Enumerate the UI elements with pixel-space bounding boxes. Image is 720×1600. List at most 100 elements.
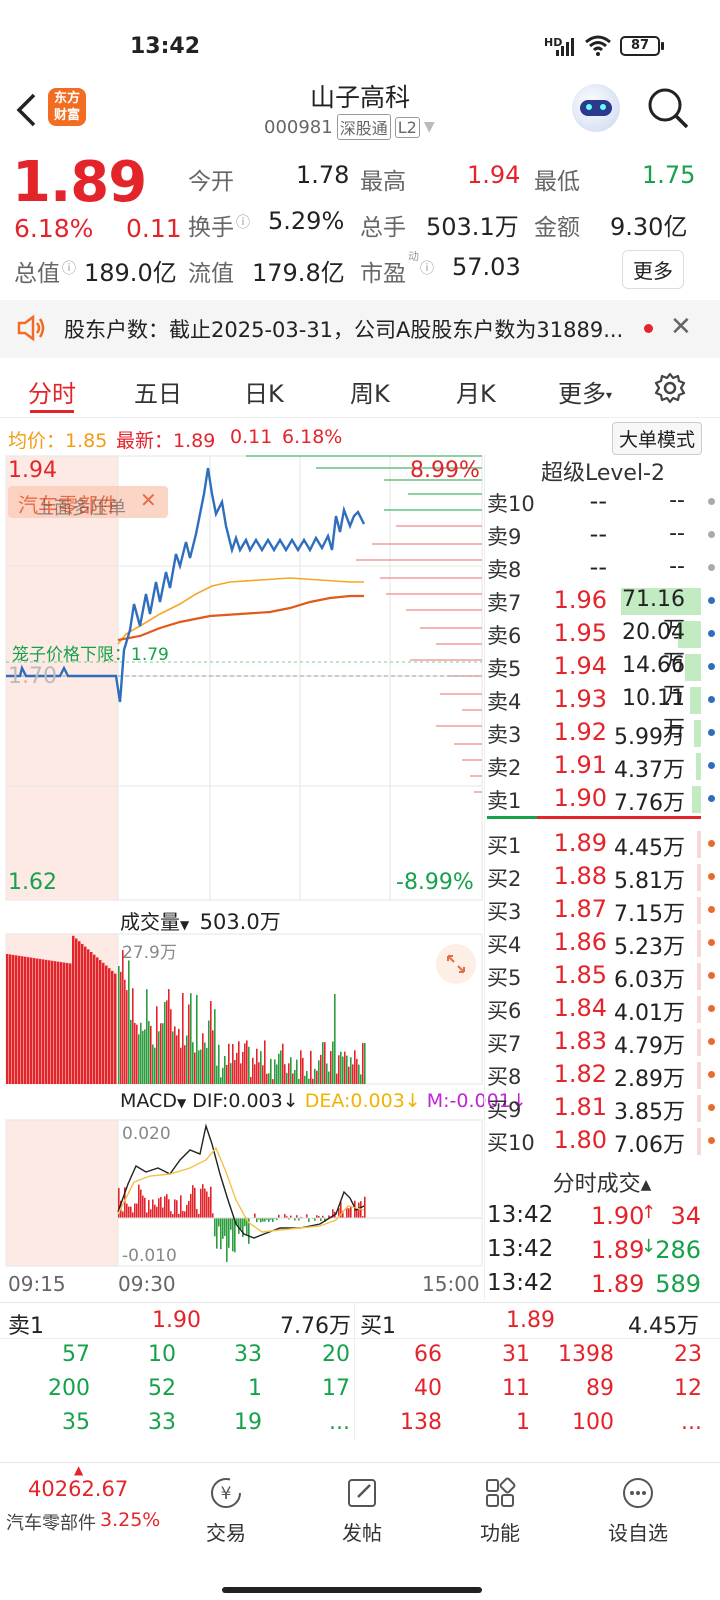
robot-assistant-icon[interactable]: [572, 84, 620, 132]
volume-bar: [220, 1077, 222, 1084]
level-price: 1.84: [553, 994, 607, 1022]
index-value: 40262.67: [28, 1477, 129, 1501]
expand-icon[interactable]: [436, 944, 476, 984]
ask-row[interactable]: 卖2 1.91 4.37万: [487, 750, 715, 783]
ask-row[interactable]: 卖5 1.94 14.66万: [487, 651, 715, 709]
ask-row[interactable]: 卖8 -- --: [487, 552, 715, 585]
volume-bar: [105, 965, 108, 1084]
macd-header[interactable]: MACD▼ DIF:0.003↓ DEA:0.003↓ M:-0.001↓: [120, 1090, 527, 1112]
volume-bar: [276, 1064, 278, 1084]
volume-bar: [356, 1058, 358, 1084]
volume-bar: [204, 1042, 206, 1084]
volume-bar: [352, 1064, 354, 1084]
ask-row[interactable]: 卖7 1.96 71.16万: [487, 585, 715, 643]
time-start-label: 09:15: [8, 1272, 66, 1296]
ask-row[interactable]: 卖4 1.93 10.11万: [487, 684, 715, 742]
volume-bar: [234, 1060, 236, 1084]
bid-row[interactable]: 买2 1.88 5.81万: [487, 861, 715, 894]
volume-bar: [350, 1057, 352, 1084]
nav-functions[interactable]: 功能: [460, 1475, 540, 1546]
macd-bar: [158, 1198, 160, 1218]
volume-bar: [12, 954, 15, 1084]
queue-bid-cell: 23: [674, 1342, 702, 1367]
queue-bid-cell: 138: [400, 1410, 442, 1435]
bid-row[interactable]: 买7 1.83 4.79万: [487, 1026, 715, 1059]
bid-row[interactable]: 买4 1.86 5.23万: [487, 927, 715, 960]
tab-five-day[interactable]: 五日: [134, 374, 182, 409]
volume-bar: [360, 1074, 362, 1084]
level-label: 卖7: [487, 591, 522, 615]
big-order-mode-button[interactable]: 大单模式: [612, 422, 703, 455]
volume-header[interactable]: 成交量▼ 503.0万: [120, 906, 281, 936]
bid-row[interactable]: 买6 1.84 4.01万: [487, 993, 715, 1026]
bid-row[interactable]: 买10 1.80 7.06万: [487, 1125, 715, 1158]
volume-bar: [57, 961, 60, 1084]
bid-row[interactable]: 买1 1.89 4.45万: [487, 828, 715, 861]
home-indicator[interactable]: [222, 1587, 482, 1593]
ask-row[interactable]: 卖1 1.90 7.76万: [487, 783, 715, 816]
stock-subtitle[interactable]: 000981 深股通 L2 ▼: [264, 114, 435, 140]
info-icon[interactable]: ⓘ: [62, 258, 76, 278]
tab-daily-k[interactable]: 日K: [244, 374, 284, 409]
volume-bar: [18, 955, 21, 1084]
info-icon[interactable]: ⓘ: [236, 212, 250, 232]
divider: [0, 1338, 720, 1339]
bid-row[interactable]: 买8 1.82 2.89万: [487, 1059, 715, 1092]
close-icon[interactable]: ✕: [140, 488, 157, 512]
bid-row[interactable]: 买5 1.85 6.03万: [487, 960, 715, 993]
gear-icon[interactable]: [654, 372, 686, 408]
volume-bar: [254, 1064, 256, 1084]
tab-weekly-k[interactable]: 周K: [350, 374, 390, 409]
status-dot: [708, 1038, 715, 1045]
volume-bar: [136, 1024, 138, 1084]
macd-bar: [184, 1211, 186, 1218]
volume-bar: [24, 956, 27, 1084]
volume-bar: [140, 1022, 142, 1084]
macd-bar: [166, 1194, 168, 1218]
macd-bar: [174, 1199, 176, 1218]
macd-bar: [142, 1195, 144, 1218]
tab-more[interactable]: 更多▾: [558, 374, 612, 409]
volume-bar: [697, 864, 701, 891]
tab-monthly-k[interactable]: 月K: [456, 374, 496, 409]
queue-bid-vol: 4.45万: [628, 1314, 699, 1339]
volume-bar: [336, 1073, 338, 1084]
bid-row[interactable]: 买9 1.81 3.85万: [487, 1092, 715, 1125]
macd-bar: [164, 1196, 166, 1218]
min-pct-label: -8.99%: [396, 870, 474, 895]
info-icon[interactable]: ⓘ: [420, 258, 434, 278]
level-price: 1.82: [553, 1060, 607, 1088]
ask-row[interactable]: 卖10 -- --: [487, 486, 715, 519]
tab-intraday[interactable]: 分时: [28, 374, 76, 409]
nav-watchlist[interactable]: 设自选: [598, 1475, 678, 1546]
level-volume: --: [669, 488, 685, 513]
level-label: 买9: [487, 1098, 522, 1122]
nav-post[interactable]: 发帖: [322, 1475, 402, 1546]
ask-row[interactable]: 卖3 1.92 5.99万: [487, 717, 715, 750]
search-icon[interactable]: [646, 86, 690, 134]
volume-bar: [87, 949, 90, 1084]
volume-bar: [362, 1043, 364, 1084]
high-label: 最高: [360, 169, 406, 195]
macd-bar: [216, 1218, 218, 1249]
queue-bid-label: 买1: [360, 1314, 396, 1339]
wifi-icon: [584, 34, 612, 60]
volume-bar: [326, 1063, 328, 1084]
intraday-chart[interactable]: 1.94 8.99% 1.62 -8.99% 1.70 笼子价格下限：1.79 …: [0, 454, 527, 1300]
index-ticker[interactable]: ▲ 40262.67 汽车零部件 3.25%: [0, 1463, 170, 1543]
ask-row[interactable]: 卖6 1.95 20.04万: [487, 618, 715, 676]
nav-trade[interactable]: ¥ 交易: [186, 1475, 266, 1546]
notice-bar[interactable]: 股东户数：截止2025-03-31，公司A股股东户数为31889... ✕: [0, 300, 720, 358]
ask-row[interactable]: 卖9 -- --: [487, 519, 715, 552]
tick-volume: 34: [670, 1202, 701, 1230]
volume-bar: [290, 1057, 292, 1084]
bid-row[interactable]: 买3 1.87 7.15万: [487, 894, 715, 927]
level-label: 买4: [487, 933, 522, 957]
volume-bar: [278, 1053, 280, 1084]
ticks-title[interactable]: 分时成交▲: [484, 1166, 720, 1202]
queue-ask-cell: 20: [322, 1342, 350, 1367]
close-icon[interactable]: ✕: [670, 312, 692, 342]
sector-tag[interactable]: 汽车零部件 上面多压单 ✕: [8, 486, 168, 519]
more-button[interactable]: 更多: [622, 250, 684, 289]
level-label: 卖2: [487, 756, 522, 780]
